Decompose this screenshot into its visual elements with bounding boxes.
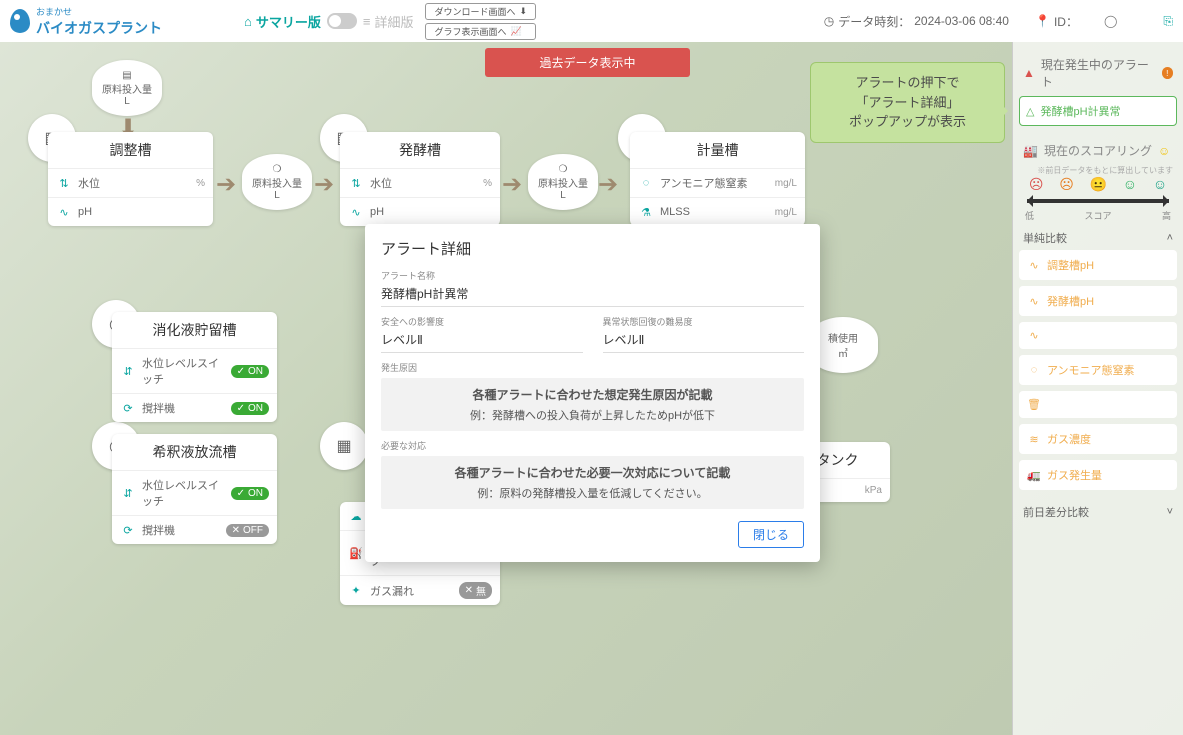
modal-title: アラート詳細: [381, 238, 804, 259]
clock-icon: ◷: [824, 14, 834, 28]
data-time: ◷ データ時刻：2024-03-06 08:40: [824, 13, 1009, 30]
node-keiryo: 計量槽 ◌アンモニア態窒素mg/L ⚗MLSSmg/L: [630, 132, 805, 226]
factory-icon: 🏭: [1023, 144, 1038, 158]
mixer-icon: ⟳: [120, 522, 136, 538]
summary-tab[interactable]: ⌂ サマリー版: [244, 12, 321, 31]
arrow-icon: ➔: [598, 170, 618, 199]
flask-icon: ⚗: [638, 204, 654, 220]
view-toggle[interactable]: [327, 13, 357, 29]
wave-icon: ≋: [1027, 433, 1041, 446]
chip-hakko-ph[interactable]: ∿発酵槽pH: [1019, 286, 1177, 316]
modal-name-label: アラート名称: [381, 269, 804, 282]
modal-action-box: 各種アラートに合わせた必要一次対応について記載 例：原料の発酵槽投入量を低減して…: [381, 456, 804, 509]
status-badge: ON: [231, 487, 269, 500]
switch-icon: ⇵: [120, 363, 136, 379]
alert-detail-modal: アラート詳細 アラート名称 発酵槽pH計異常 安全への影響度 レベルⅡ 異常状態…: [365, 224, 820, 562]
drop-icon: ◌: [1027, 364, 1041, 376]
chip-trash[interactable]: 🗑: [1019, 391, 1177, 418]
status-badge: ON: [231, 365, 269, 378]
level-icon: ⇅: [348, 175, 364, 191]
logout-icon[interactable]: ⎘: [1163, 14, 1173, 29]
pin-icon: 📍: [1035, 14, 1050, 28]
modal-action-label: 必要な対応: [381, 439, 804, 452]
status-badge: 無: [459, 582, 492, 599]
truck-icon: 🚛: [1027, 469, 1041, 482]
header: おまかせ バイオガスプラント ⌂ サマリー版 ≡ 詳細版 ダウンロード画面へ⬇ …: [0, 0, 1183, 42]
logo-icon: [10, 9, 30, 33]
level-icon: ⇅: [56, 175, 72, 191]
chip-gas-conc[interactable]: ≋ガス濃度: [1019, 424, 1177, 454]
drop-icon: ◌: [638, 175, 654, 191]
ph-icon: ∿: [348, 204, 364, 220]
modal-name-value: 発酵槽pH計異常: [381, 282, 804, 307]
chart-icon: 📈: [511, 26, 522, 37]
pump-icon: ⛽: [348, 545, 364, 561]
alert-count-badge: !: [1162, 67, 1173, 79]
trash-icon: 🗑: [1027, 398, 1041, 411]
download-icon: ⬇: [520, 6, 528, 17]
logo: おまかせ バイオガスプラント: [10, 5, 162, 38]
score-bar: [1027, 199, 1169, 203]
feeder-2: ❍ 原料投入量L: [242, 154, 312, 210]
cloud-icon: ☁: [348, 508, 364, 524]
chevron-up-icon: ˄: [1167, 232, 1173, 244]
node-kishaku: 希釈液放流槽 ⇵水位レベルスイッチON ⟳撹拌機OFF: [112, 434, 277, 544]
switch-icon: ⇵: [120, 485, 136, 501]
detail-tab[interactable]: ≡ 詳細版: [363, 12, 414, 31]
node-hakko: 発酵槽 ⇅水位% ∿pH: [340, 132, 500, 226]
score-faces: ☹☹😐☺☺: [1019, 176, 1177, 193]
chip-ammonia[interactable]: ◌アンモニア態窒素: [1019, 355, 1177, 385]
pulse-icon: ∿: [1027, 329, 1041, 342]
id-field: 📍 ID：: [1035, 13, 1078, 30]
drop-icon: ❍: [559, 164, 568, 175]
account-icon[interactable]: ◯: [1104, 14, 1117, 28]
node-shouka: 消化液貯留槽 ⇵水位レベルスイッチON ⟳撹拌機ON: [112, 312, 277, 422]
flame-icon: ✦: [348, 583, 364, 599]
chip-pulse[interactable]: ∿: [1019, 322, 1177, 349]
modal-cause-label: 発生原因: [381, 361, 804, 374]
node-chosei: 調整槽 ⇅水位% ∿pH: [48, 132, 213, 226]
logo-top: おまかせ: [36, 5, 162, 18]
warning-icon: ▲: [1023, 66, 1035, 80]
arrow-icon: ➔: [314, 170, 334, 199]
side-panel: ▲ 現在発生中のアラート ! △ 発酵槽pH計異常 🏭 現在のスコアリング ☺ …: [1012, 42, 1183, 735]
doc-icon: ▤: [122, 70, 131, 81]
modal-recov-label: 異常状態回復の難易度: [603, 315, 805, 328]
callout-tip: アラートの押下で「アラート詳細」ポップアップが表示: [810, 62, 1005, 143]
history-banner: 過去データ表示中: [485, 48, 690, 77]
arrow-icon: ➔: [502, 170, 522, 199]
scoring-header: 🏭 現在のスコアリング ☺: [1019, 136, 1177, 165]
alert-item[interactable]: △ 発酵槽pH計異常: [1019, 96, 1177, 126]
feeder-3: ❍ 原料投入量L: [528, 154, 598, 210]
mixer-icon: ⟳: [120, 400, 136, 416]
pump-6: ▦: [320, 422, 368, 470]
arrow-icon: ➔: [216, 170, 236, 199]
modal-sev-value: レベルⅡ: [381, 328, 583, 353]
warning-icon: △: [1026, 105, 1034, 118]
graph-link[interactable]: グラフ表示画面へ📈: [425, 23, 536, 40]
ph-icon: ∿: [1027, 259, 1041, 272]
home-icon: ⌂: [244, 14, 252, 29]
section-diff-compare[interactable]: 前日差分比較˅: [1019, 496, 1177, 524]
ph-icon: ∿: [1027, 295, 1041, 308]
status-badge: ON: [231, 402, 269, 415]
close-button[interactable]: 閉じる: [738, 521, 804, 548]
modal-sev-label: 安全への影響度: [381, 315, 583, 328]
drop-icon: ❍: [273, 164, 282, 175]
modal-recov-value: レベルⅡ: [603, 328, 805, 353]
section-simple-compare[interactable]: 単純比較˄: [1019, 222, 1177, 250]
ph-icon: ∿: [56, 204, 72, 220]
chip-gas-gen[interactable]: 🚛ガス発生量: [1019, 460, 1177, 490]
list-icon: ≡: [363, 14, 371, 29]
alerts-header: ▲ 現在発生中のアラート !: [1019, 50, 1177, 96]
download-link[interactable]: ダウンロード画面へ⬇: [425, 3, 536, 20]
face-icon: ☺: [1158, 144, 1170, 158]
chevron-down-icon: ˅: [1167, 506, 1173, 518]
feeder-1: ▤ 原料投入量L: [92, 60, 162, 116]
scoring-note: ※前日データをもとに算出しています: [1019, 165, 1177, 176]
status-badge: OFF: [226, 524, 269, 537]
chip-chosei-ph[interactable]: ∿調整槽pH: [1019, 250, 1177, 280]
logo-bottom: バイオガスプラント: [36, 18, 162, 38]
modal-cause-box: 各種アラートに合わせた想定発生原因が記載 例：発酵槽への投入負荷が上昇したためp…: [381, 378, 804, 431]
